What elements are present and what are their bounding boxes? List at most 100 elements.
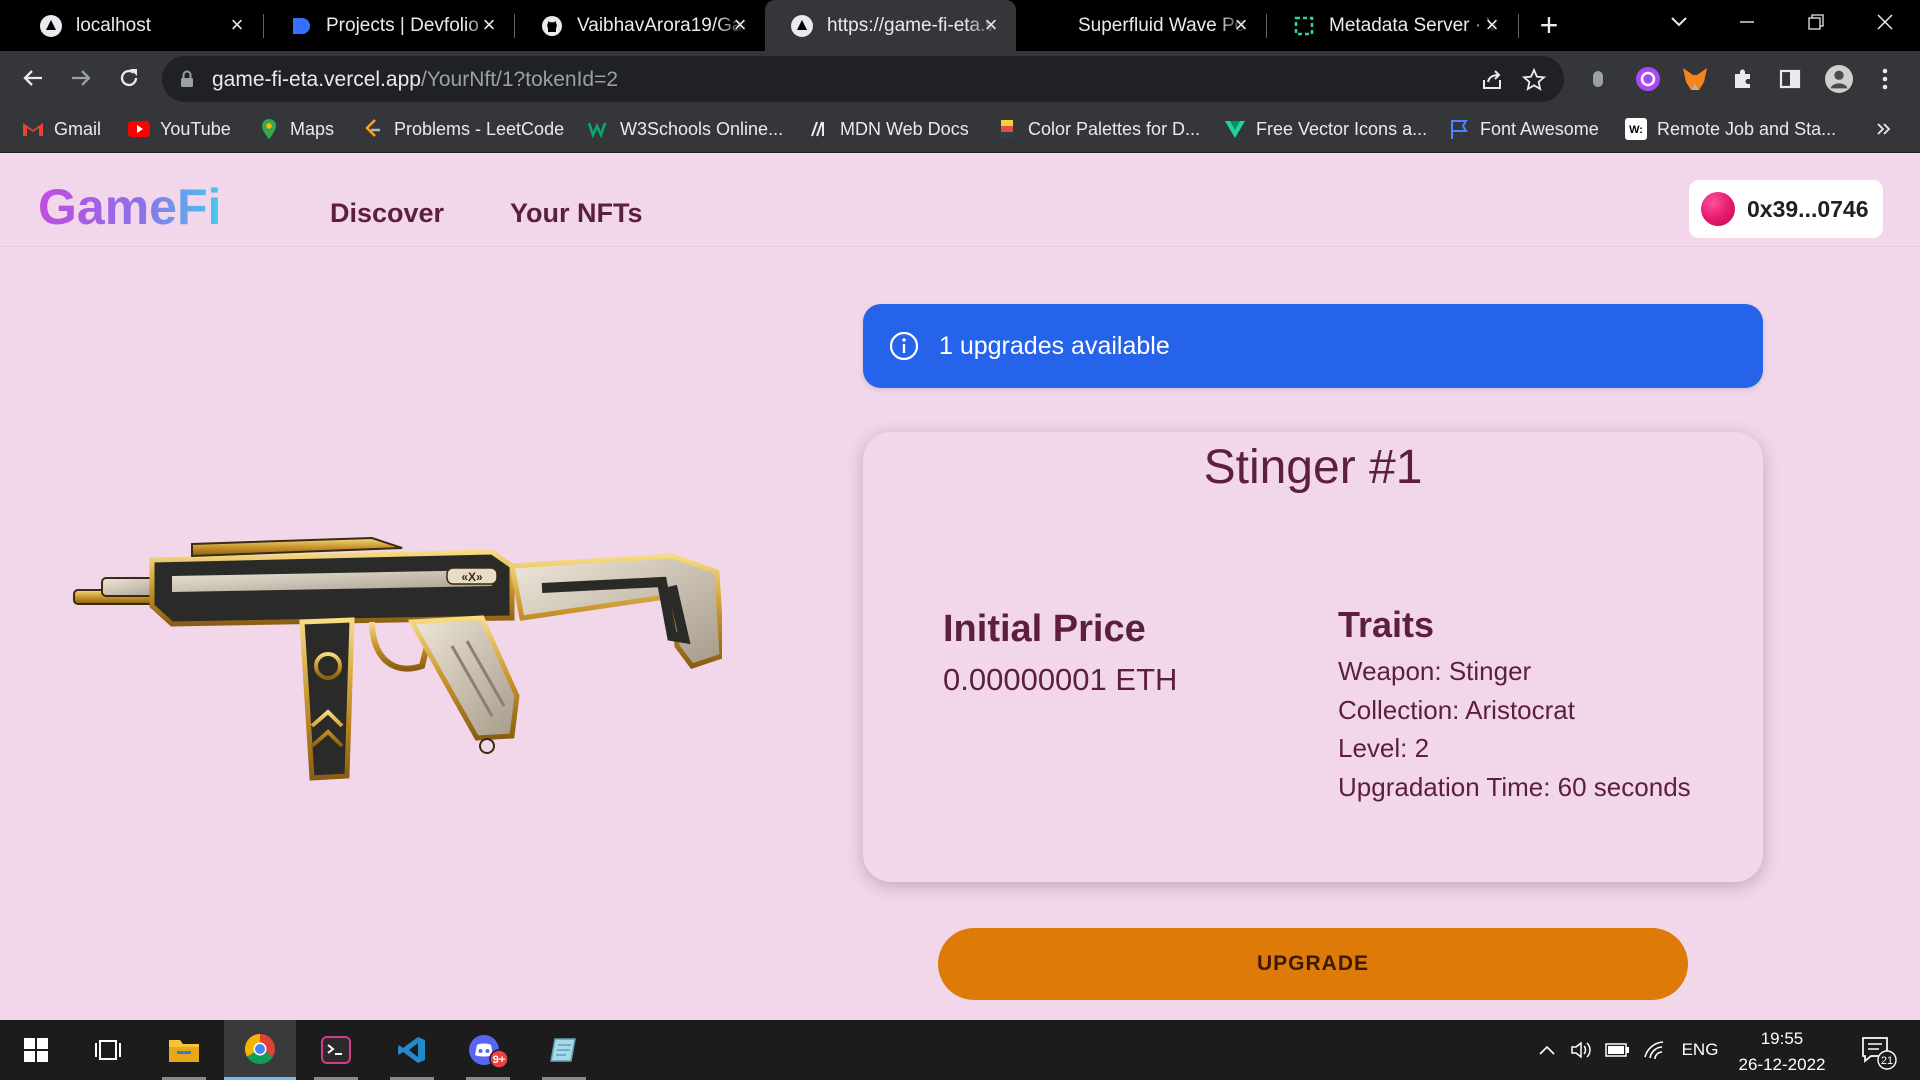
notification-count: 21	[1881, 1055, 1893, 1067]
gmail-icon	[22, 118, 44, 140]
traits-heading: Traits	[1338, 604, 1435, 645]
tab-metadata-server[interactable]: Metadata Server · Vercel ×	[1267, 0, 1517, 51]
more-bookmarks-chevron-icon[interactable]	[1876, 115, 1892, 143]
volume-icon[interactable]	[1567, 1020, 1597, 1080]
wifi-icon[interactable]	[1640, 1020, 1670, 1080]
tab-title: Projects | Devfolio	[326, 14, 479, 36]
svg-text:«X»: «X»	[461, 570, 483, 584]
wallet-button[interactable]: 0x39...0746	[1689, 180, 1883, 238]
input-language[interactable]: ENG	[1678, 1020, 1722, 1080]
vector-icons-icon	[1224, 118, 1246, 140]
bookmark-mdn[interactable]: MDN Web Docs	[808, 115, 969, 143]
url-text: game-fi-eta.vercel.app/YourNft/1?tokenId…	[212, 68, 618, 92]
extension-mouse-icon[interactable]	[1584, 65, 1612, 93]
reload-icon[interactable]	[114, 63, 144, 93]
discord-icon[interactable]: 9+	[452, 1020, 524, 1080]
profile-avatar-icon[interactable]	[1825, 65, 1853, 93]
file-explorer-icon[interactable]	[148, 1020, 220, 1080]
battery-icon[interactable]	[1603, 1020, 1633, 1080]
tab-superfluid[interactable]: Superfluid Wave Pool ×	[1016, 0, 1266, 51]
close-tab-icon[interactable]: ×	[729, 14, 751, 36]
notes-app-icon[interactable]	[528, 1020, 600, 1080]
w3schools-icon	[588, 118, 610, 140]
gamefi-page: GameFi Discover Your NFTs 0x39...0746 «X…	[0, 154, 1920, 1020]
address-bar[interactable]: game-fi-eta.vercel.app/YourNft/1?tokenId…	[162, 56, 1564, 102]
side-panel-icon[interactable]	[1776, 65, 1804, 93]
bookmark-label: Gmail	[54, 118, 102, 139]
tab-gamefi-active[interactable]: https://game-fi-eta.vercel.app/YourNft/1…	[765, 0, 1016, 51]
extension-purple-icon[interactable]	[1634, 65, 1662, 93]
clock-date: 26-12-2022	[1738, 1055, 1826, 1074]
site-header: GameFi Discover Your NFTs 0x39...0746	[0, 154, 1920, 247]
gamefi-logo[interactable]: GameFi	[38, 178, 221, 236]
tab-localhost[interactable]: localhost ×	[14, 0, 262, 51]
close-tab-icon[interactable]: ×	[1230, 14, 1252, 36]
tab-search-icon[interactable]	[1645, 0, 1713, 44]
bookmark-remote-jobs[interactable]: W: Remote Job and Sta...	[1625, 115, 1836, 143]
bookmark-color-palettes[interactable]: Color Palettes for D...	[996, 115, 1200, 143]
bookmark-star-icon[interactable]	[1522, 68, 1546, 92]
close-tab-icon[interactable]: ×	[478, 14, 500, 36]
vercel-triangle-icon	[791, 14, 813, 37]
task-view-icon[interactable]	[72, 1020, 144, 1080]
tab-title: VaibhavArora19/GameFi	[577, 14, 747, 36]
bookmark-label: YouTube	[160, 118, 231, 139]
system-clock[interactable]: 19:55 26-12-2022	[1730, 1026, 1834, 1078]
windows-start-icon[interactable]	[0, 1020, 72, 1080]
extensions-puzzle-icon[interactable]	[1729, 65, 1757, 93]
color-palettes-icon	[996, 118, 1018, 140]
nav-your-nfts[interactable]: Your NFTs	[510, 198, 643, 229]
bookmark-font-awesome[interactable]: Font Awesome	[1448, 115, 1599, 143]
discord-badge: 9+	[493, 1054, 506, 1066]
bookmark-maps[interactable]: Maps	[258, 115, 334, 143]
leetcode-icon	[362, 118, 384, 140]
bookmark-label: MDN Web Docs	[840, 118, 969, 139]
trait-collection: Collection: Aristocrat	[1338, 695, 1575, 725]
bookmark-gmail[interactable]: Gmail	[22, 115, 101, 143]
trait-upgradation-time: Upgradation Time: 60 seconds	[1338, 772, 1691, 802]
loading-spinner-icon	[1293, 15, 1315, 37]
close-tab-icon[interactable]: ×	[226, 14, 248, 36]
upgrades-alert: 1 upgrades available	[863, 304, 1763, 388]
forward-arrow-icon[interactable]	[66, 63, 96, 93]
metamask-fox-icon[interactable]	[1681, 65, 1709, 93]
show-hidden-icons-chevron-icon[interactable]	[1532, 1020, 1562, 1080]
back-arrow-icon[interactable]	[18, 63, 48, 93]
minimize-icon[interactable]	[1713, 0, 1781, 44]
share-icon[interactable]	[1480, 68, 1504, 92]
price-heading: Initial Price	[943, 608, 1146, 650]
bookmark-w3schools[interactable]: W3Schools Online...	[588, 115, 783, 143]
terminal-icon[interactable]	[300, 1020, 372, 1080]
tab-github[interactable]: VaibhavArora19/GameFi ×	[515, 0, 765, 51]
vscode-icon[interactable]	[376, 1020, 448, 1080]
youtube-icon	[128, 118, 150, 140]
font-awesome-icon	[1448, 118, 1470, 140]
bookmark-leetcode[interactable]: Problems - LeetCode	[362, 115, 564, 143]
bookmark-youtube[interactable]: YouTube	[128, 115, 231, 143]
lock-icon	[180, 70, 194, 93]
close-tab-icon[interactable]: ×	[1481, 14, 1503, 36]
bookmarks-bar: Gmail YouTube Maps Problems - LeetCode W…	[0, 106, 1920, 153]
blank-page-icon	[1042, 15, 1064, 37]
close-window-icon[interactable]	[1851, 0, 1919, 44]
info-icon	[889, 331, 919, 361]
browser-toolbar: game-fi-eta.vercel.app/YourNft/1?tokenId…	[0, 51, 1920, 106]
kebab-menu-icon[interactable]	[1871, 65, 1899, 93]
restore-window-icon[interactable]	[1782, 0, 1850, 44]
new-tab-icon[interactable]: +	[1533, 9, 1565, 42]
action-center-icon[interactable]: 21	[1852, 1020, 1902, 1080]
nft-details-card: Stinger #1 Initial Price 0.00000001 ETH …	[863, 432, 1763, 882]
trait-weapon: Weapon: Stinger	[1338, 656, 1532, 686]
tab-devfolio[interactable]: Projects | Devfolio ×	[264, 0, 514, 51]
bookmark-free-vector-icons[interactable]: Free Vector Icons a...	[1224, 115, 1427, 143]
svg-text:W:: W:	[1629, 124, 1643, 136]
url-domain: game-fi-eta.vercel.app	[212, 68, 421, 91]
close-tab-icon[interactable]: ×	[980, 14, 1002, 36]
clock-time: 19:55	[1760, 1029, 1804, 1048]
vercel-triangle-icon	[40, 14, 62, 37]
upgrade-button[interactable]: UPGRADE	[938, 928, 1688, 1000]
nft-title: Stinger #1	[1203, 441, 1423, 494]
trait-level: Level: 2	[1338, 733, 1430, 763]
chrome-taskbar-icon[interactable]	[224, 1020, 296, 1080]
nav-discover[interactable]: Discover	[330, 198, 444, 229]
